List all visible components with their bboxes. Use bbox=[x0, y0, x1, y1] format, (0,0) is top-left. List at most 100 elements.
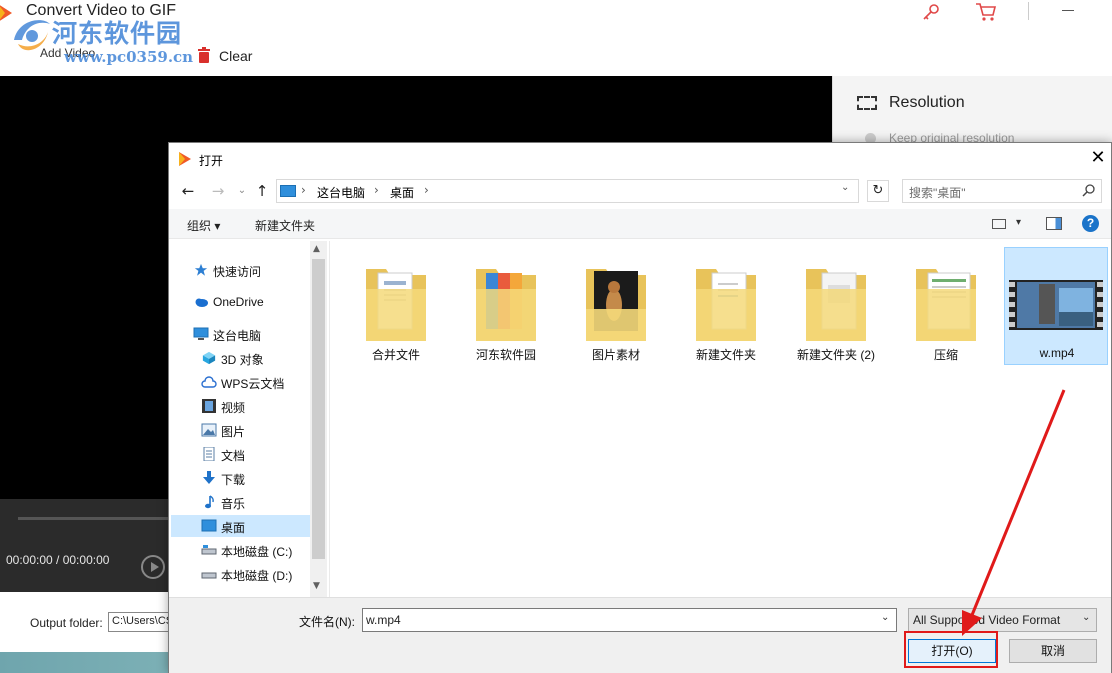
navigation-pane: 快速访问 OneDrive 这台电脑 3D 对象 WPS云文档 视频 图片 文档… bbox=[169, 241, 327, 597]
search-input[interactable]: 搜索"桌面" bbox=[902, 179, 1102, 203]
nav-item-label: 图片 bbox=[221, 425, 246, 439]
filename-input[interactable]: w.mp4 bbox=[362, 608, 897, 632]
file-item-folder[interactable]: 新建文件夹 bbox=[674, 249, 778, 364]
forward-arrow-icon[interactable]: → bbox=[209, 181, 227, 201]
folder-icon bbox=[586, 269, 646, 341]
file-item-folder[interactable]: 新建文件夹 (2) bbox=[784, 249, 888, 364]
download-icon bbox=[203, 471, 215, 484]
nav-scrollbar[interactable]: ▲ ▼ bbox=[310, 241, 327, 597]
file-item-video-selected[interactable]: w.mp4 bbox=[1004, 247, 1108, 365]
folder-icon bbox=[696, 269, 756, 341]
music-icon bbox=[205, 495, 214, 509]
app-title: Convert Video to GIF bbox=[26, 2, 176, 19]
video-thumbnail-icon bbox=[1009, 280, 1103, 330]
chevron-down-icon[interactable]: ⌄ bbox=[1082, 612, 1090, 623]
folder-icon bbox=[366, 269, 426, 341]
file-name: w.mp4 bbox=[1039, 346, 1075, 360]
nav-item-label: 桌面 bbox=[221, 521, 246, 535]
up-arrow-icon[interactable]: ↑ bbox=[253, 181, 271, 201]
key-icon[interactable] bbox=[921, 2, 941, 22]
breadcrumb-separator-icon: › bbox=[301, 183, 306, 197]
cancel-button[interactable]: 取消 bbox=[1009, 639, 1097, 663]
scroll-up-icon[interactable]: ▲ bbox=[313, 244, 320, 254]
dialog-app-icon bbox=[179, 152, 191, 166]
back-arrow-icon[interactable]: ← bbox=[179, 181, 197, 201]
file-name: 新建文件夹 bbox=[695, 348, 756, 362]
chevron-down-icon[interactable]: ⌄ bbox=[841, 182, 849, 193]
file-name: 压缩 bbox=[933, 348, 958, 362]
search-placeholder: 搜索"桌面" bbox=[909, 186, 966, 200]
titlebar-divider bbox=[1028, 2, 1029, 20]
filetype-select[interactable]: All Supported Video Format bbox=[908, 608, 1097, 632]
desktop-icon bbox=[201, 519, 217, 532]
app-toolbar: Add Video Clear bbox=[0, 34, 1112, 76]
computer-icon bbox=[280, 185, 296, 197]
dialog-title: 打开 bbox=[199, 154, 224, 168]
video-folder-icon bbox=[202, 399, 216, 413]
file-item-folder[interactable]: 压缩 bbox=[894, 249, 998, 364]
nav-item-label: 这台电脑 bbox=[213, 329, 262, 343]
nav-item-label: 本地磁盘 (C:) bbox=[221, 545, 293, 559]
refresh-icon[interactable]: ↻ bbox=[867, 180, 889, 202]
output-folder-label: Output folder: bbox=[30, 616, 103, 630]
nav-item-label: 文档 bbox=[221, 449, 246, 463]
cloud-doc-icon bbox=[201, 376, 217, 388]
resolution-title: Resolution bbox=[889, 94, 965, 111]
minimize-button[interactable] bbox=[1062, 10, 1074, 11]
nav-item-label: 本地磁盘 (D:) bbox=[221, 569, 293, 583]
breadcrumb-desktop[interactable]: 桌面 bbox=[390, 184, 414, 201]
close-icon[interactable]: ✕ bbox=[1089, 149, 1107, 167]
chevron-down-icon[interactable]: ▾ bbox=[1016, 217, 1021, 228]
scroll-thumb[interactable] bbox=[312, 259, 325, 559]
nav-item-desktop[interactable]: 桌面 bbox=[171, 515, 310, 537]
recent-locations-chevron-icon[interactable]: ⌄ bbox=[233, 181, 251, 201]
file-name: 河东软件园 bbox=[475, 348, 536, 362]
folder-icon bbox=[806, 269, 866, 341]
nav-item-label: 视频 bbox=[221, 401, 246, 415]
cart-icon[interactable] bbox=[975, 2, 997, 22]
organize-button[interactable]: 组织 ▾ bbox=[187, 217, 220, 234]
dialog-titlebar: 打开 ✕ bbox=[169, 143, 1111, 175]
command-bar: 组织 ▾ 新建文件夹 ▾ ? bbox=[169, 209, 1111, 239]
file-list: 合并文件 河东软件园 图片素材 新建文件夹 新建文件夹 (2) 压缩 w.mp4 bbox=[329, 241, 1111, 597]
filename-label: 文件名(N): bbox=[299, 615, 355, 629]
dialog-footer: 文件名(N): w.mp4 ⌄ All Supported Video Form… bbox=[169, 597, 1111, 673]
nav-item-label: 3D 对象 bbox=[221, 353, 264, 367]
file-item-folder[interactable]: 河东软件园 bbox=[454, 249, 558, 364]
nav-item-label: 下载 bbox=[221, 473, 246, 487]
trash-icon[interactable] bbox=[197, 47, 211, 63]
time-display: 00:00:00 / 00:00:00 bbox=[6, 553, 110, 567]
file-item-folder[interactable]: 图片素材 bbox=[564, 249, 668, 364]
file-name: 图片素材 bbox=[591, 348, 640, 362]
clear-button[interactable]: Clear bbox=[219, 48, 252, 64]
add-video-button[interactable]: Add Video bbox=[40, 46, 95, 60]
file-item-folder[interactable]: 合并文件 bbox=[344, 249, 448, 364]
computer-icon bbox=[193, 327, 209, 340]
drive-icon bbox=[201, 572, 217, 579]
preview-pane-icon[interactable] bbox=[1046, 217, 1062, 230]
breadcrumb-separator-icon: › bbox=[424, 183, 429, 197]
cube-icon bbox=[202, 351, 216, 365]
play-button[interactable] bbox=[141, 555, 165, 579]
breadcrumb-this-pc[interactable]: 这台电脑 bbox=[317, 184, 365, 201]
file-name: 新建文件夹 (2) bbox=[796, 348, 875, 362]
document-folder-icon bbox=[203, 447, 215, 461]
cloud-icon bbox=[195, 298, 208, 307]
file-name: 合并文件 bbox=[371, 348, 420, 362]
chevron-down-icon[interactable]: ⌄ bbox=[881, 612, 889, 623]
search-icon[interactable] bbox=[1081, 183, 1097, 199]
view-options-icon[interactable] bbox=[992, 219, 1006, 229]
address-bar[interactable]: › 这台电脑 › 桌面 › ⌄ bbox=[276, 179, 859, 203]
breadcrumb-separator-icon: › bbox=[374, 183, 379, 197]
open-button[interactable]: 打开(O) bbox=[908, 639, 996, 663]
picture-folder-icon bbox=[201, 423, 217, 437]
resolution-icon bbox=[857, 96, 877, 110]
folder-icon bbox=[916, 269, 976, 341]
nav-item-label: 音乐 bbox=[221, 497, 246, 511]
drive-icon bbox=[201, 545, 217, 555]
help-icon[interactable]: ? bbox=[1082, 215, 1099, 232]
new-folder-button[interactable]: 新建文件夹 bbox=[255, 217, 315, 234]
app-logo-icon bbox=[0, 5, 12, 21]
star-icon bbox=[194, 263, 208, 276]
scroll-down-icon[interactable]: ▼ bbox=[313, 581, 320, 591]
